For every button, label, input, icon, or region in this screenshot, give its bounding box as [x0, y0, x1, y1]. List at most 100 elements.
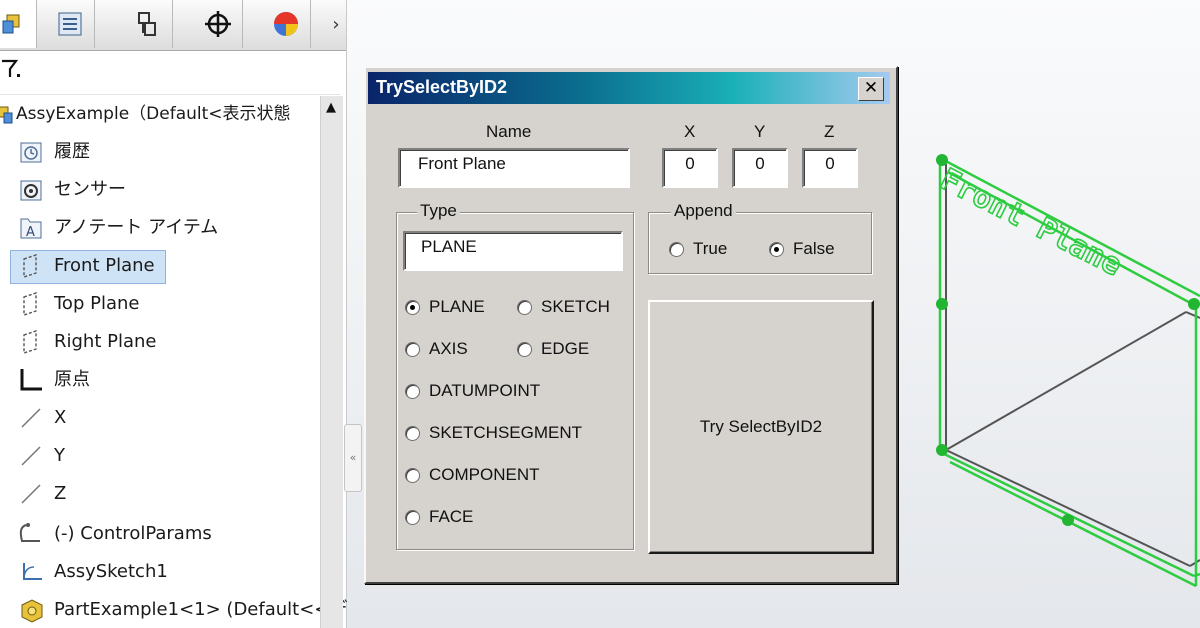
sketch-icon: [19, 523, 40, 542]
property-manager-icon: [58, 12, 82, 36]
dialog-titlebar[interactable]: TrySelectByID2 ✕: [368, 72, 890, 104]
tree-item-label: AssySketch1: [54, 561, 168, 582]
handle-top-left[interactable]: [936, 154, 948, 166]
tree-filter[interactable]: [0, 52, 340, 95]
plane-icon: [23, 292, 37, 316]
tryselectbyid2-dialog: TrySelectByID2 ✕ Name Front Plane X Y Z …: [364, 66, 898, 584]
dimxpert-icon: [205, 11, 231, 37]
radio-append-false-label: False: [793, 239, 835, 258]
radio-edge-label: EDGE: [541, 339, 590, 358]
radio-datumpoint[interactable]: DATUMPOINT: [405, 379, 540, 403]
y-field[interactable]: 0: [732, 148, 788, 188]
tree-item-history[interactable]: 履歴: [0, 134, 318, 170]
axis-icon: [21, 446, 41, 466]
property-manager-tab[interactable]: [46, 0, 95, 48]
tree-item-label: X: [54, 407, 67, 428]
radio-axis[interactable]: AXIS: [405, 337, 468, 361]
tree-item-label: アノテート アイテム: [54, 217, 219, 238]
type-field[interactable]: PLANE: [403, 231, 623, 271]
filter-icon[interactable]: [2, 58, 22, 80]
sketch-icon: [23, 563, 42, 580]
tree-root-label: AssyExample（Default<表示状態: [16, 104, 291, 124]
radio-sketch-label: SKETCH: [541, 297, 610, 316]
radio-edge[interactable]: EDGE: [517, 337, 589, 361]
feature-manager-tab[interactable]: [0, 0, 37, 48]
handle-bottom-left[interactable]: [936, 444, 948, 456]
annotations-icon: A: [20, 218, 42, 240]
dimxpert-tab[interactable]: [194, 0, 243, 48]
tree-item-front-plane[interactable]: Front Plane: [0, 248, 318, 284]
tree-scrollbar[interactable]: ▲: [320, 96, 343, 628]
radio-unchecked-icon: [405, 467, 420, 483]
y-label: Y: [754, 122, 766, 141]
radio-axis-label: AXIS: [429, 339, 468, 358]
tree-item-assysketch1[interactable]: AssySketch1: [0, 554, 318, 590]
radio-unchecked-icon: [405, 341, 420, 357]
feature-manager-panel: › AssyExample（Default<表示状態 履歴 センサー A アノテ…: [0, 0, 347, 628]
radio-component[interactable]: COMPONENT: [405, 463, 540, 487]
z-field[interactable]: 0: [802, 148, 858, 188]
part-icon: [21, 599, 43, 623]
origin-icon: [20, 369, 42, 391]
more-tabs-chevron-icon[interactable]: ›: [326, 12, 346, 36]
tree-item-label: Front Plane: [54, 255, 155, 276]
handle-left-mid[interactable]: [936, 298, 948, 310]
radio-sketch[interactable]: SKETCH: [517, 295, 610, 319]
handle-bottom-mid[interactable]: [1062, 514, 1074, 526]
tree-item-partexample1[interactable]: PartExample1<1> (Default<<デ: [0, 592, 347, 628]
radio-append-true-label: True: [693, 239, 728, 258]
tree-item-label: Y: [54, 445, 65, 466]
sensor-icon: [20, 180, 42, 201]
radio-unchecked-icon: [405, 509, 420, 525]
display-manager-icon: [274, 12, 298, 36]
tree-item-annotations[interactable]: A アノテート アイテム: [0, 210, 318, 246]
x-field[interactable]: 0: [662, 148, 718, 188]
name-label: Name: [486, 122, 532, 141]
radio-unchecked-icon: [517, 299, 532, 315]
try-selectbyid2-button[interactable]: Try SelectByID2: [648, 300, 874, 554]
tree-item-origin[interactable]: 原点: [0, 362, 318, 398]
radio-plane-label: PLANE: [429, 297, 485, 316]
scroll-up-arrow-icon[interactable]: ▲: [323, 100, 339, 116]
radio-face-label: FACE: [429, 507, 474, 526]
axis-icon: [21, 408, 41, 428]
configuration-manager-tab[interactable]: [124, 0, 173, 48]
axis-icon: [21, 484, 41, 504]
append-group: Append True False: [648, 201, 872, 274]
tree-item-label: Top Plane: [54, 293, 140, 314]
radio-sketchsegment[interactable]: SKETCHSEGMENT: [405, 421, 582, 445]
tree-root-assembly[interactable]: AssyExample（Default<表示状態: [0, 96, 318, 132]
tree-item-label: (-) ControlParams: [54, 523, 212, 544]
radio-datumpoint-label: DATUMPOINT: [429, 381, 541, 400]
append-group-caption: Append: [671, 201, 736, 221]
manager-tabs: ›: [0, 0, 346, 51]
x-label: X: [684, 122, 696, 141]
z-label: Z: [824, 122, 835, 141]
tree-item-top-plane[interactable]: Top Plane: [0, 286, 318, 322]
radio-unchecked-icon: [405, 383, 420, 399]
radio-append-true[interactable]: True: [669, 237, 727, 261]
display-manager-tab[interactable]: [262, 0, 311, 48]
radio-unchecked-icon: [669, 241, 684, 257]
radio-checked-icon: [405, 299, 420, 315]
radio-face[interactable]: FACE: [405, 505, 473, 529]
tree-item-sensors[interactable]: センサー: [0, 172, 318, 208]
radio-plane[interactable]: PLANE: [405, 295, 485, 319]
radio-unchecked-icon: [517, 341, 532, 357]
radio-sketchsegment-label: SKETCHSEGMENT: [429, 423, 583, 442]
tree-item-axis-y[interactable]: Y: [0, 438, 318, 474]
tree-item-right-plane[interactable]: Right Plane: [0, 324, 318, 360]
close-button[interactable]: ✕: [858, 77, 884, 101]
plane-icon: [23, 254, 37, 278]
plane-icon: [23, 330, 37, 354]
history-icon: [20, 142, 42, 163]
svg-text:A: A: [26, 225, 35, 240]
radio-append-false[interactable]: False: [769, 237, 835, 261]
tree-item-axis-z[interactable]: Z: [0, 476, 318, 512]
handle-right-top[interactable]: [1188, 298, 1200, 310]
tree-item-label: 履歴: [54, 141, 90, 162]
tree-item-controlparams[interactable]: (-) ControlParams: [0, 516, 318, 552]
panel-splitter-handle[interactable]: «: [344, 424, 362, 492]
tree-item-axis-x[interactable]: X: [0, 400, 318, 436]
name-field[interactable]: Front Plane: [398, 148, 630, 188]
